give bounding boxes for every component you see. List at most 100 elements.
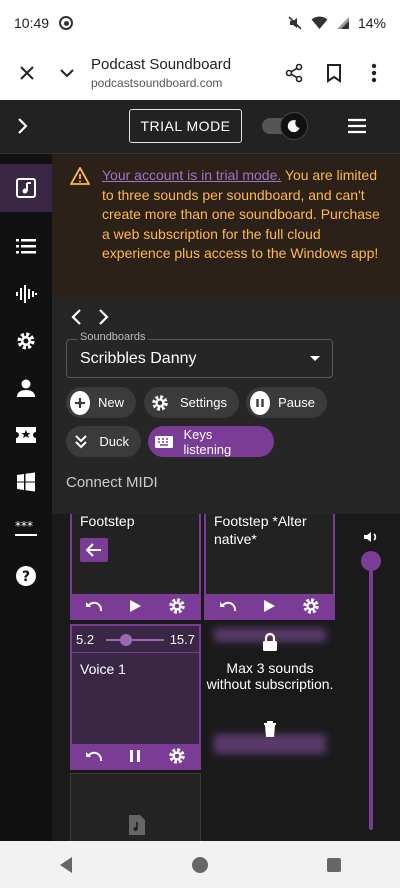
ticket-star-icon [16, 427, 36, 443]
chevron-down-icon[interactable] [47, 53, 87, 93]
more-vertical-icon[interactable] [354, 53, 394, 93]
sidebar-item-keys[interactable]: *** [0, 505, 52, 553]
sidebar-item-list[interactable] [0, 222, 52, 270]
sidebar-item-tickets[interactable] [0, 411, 52, 459]
svg-text:?: ? [22, 569, 30, 585]
sound-tile-controls [72, 594, 199, 618]
android-nav-bar [0, 841, 400, 888]
nav-arrows [70, 308, 110, 326]
sound-tile-footstep[interactable]: Footstep [70, 514, 201, 620]
pause-button[interactable]: Pause [246, 387, 327, 418]
double-chevron-down-icon [70, 430, 91, 454]
dark-mode-toggle[interactable] [262, 112, 308, 140]
new-button-label: New [97, 395, 124, 410]
share-icon[interactable] [274, 53, 314, 93]
lock-icon [263, 632, 277, 651]
music-note-icon [16, 178, 36, 198]
undo-icon[interactable] [84, 599, 104, 613]
trash-icon [264, 721, 276, 737]
volume-icon [364, 532, 377, 542]
duck-button-label: Duck [99, 434, 129, 449]
trial-mode-link[interactable]: Your account is in trial mode. [102, 167, 281, 183]
signal-icon [336, 17, 349, 29]
screen-record-icon [59, 16, 74, 30]
pause-icon[interactable] [128, 749, 142, 763]
browser-page-title: Podcast Soundboard [91, 56, 232, 73]
arrow-left-icon[interactable] [80, 538, 108, 562]
sidebar-item-account[interactable] [0, 364, 52, 412]
pause-icon [250, 390, 271, 415]
plus-icon [70, 390, 90, 415]
volume-slider-thumb[interactable] [361, 551, 381, 571]
gear-icon [17, 332, 35, 350]
sound-tile-controls [72, 744, 199, 768]
soundboard-select-value: Scribbles Danny [80, 350, 197, 367]
undo-icon[interactable] [84, 749, 104, 763]
keyboard-icon [152, 430, 175, 454]
recents-icon[interactable] [326, 857, 342, 873]
sidebar-item-help[interactable]: ? [0, 552, 52, 600]
status-bar: 10:49 14% [0, 0, 400, 46]
sidebar-item-soundboard[interactable] [0, 164, 52, 212]
undo-icon[interactable] [218, 599, 238, 613]
soundboard-select[interactable]: Soundboards Scribbles Danny [66, 331, 333, 378]
keys-listening-label: Keys listening [183, 426, 232, 457]
sidebar-item-windows[interactable] [0, 458, 52, 506]
expand-sidebar-icon[interactable] [16, 117, 30, 140]
password-icon: *** [15, 520, 37, 536]
add-sound-tile[interactable] [70, 773, 201, 841]
play-icon[interactable] [128, 599, 142, 613]
settings-button[interactable]: Settings [144, 387, 239, 418]
gear-icon[interactable] [301, 596, 321, 616]
back-icon[interactable] [58, 856, 74, 874]
mute-icon [288, 16, 302, 30]
trim-start: 5.2 [76, 632, 95, 647]
browser-toolbar: Podcast Soundboard podcastsoundboard.com [0, 46, 400, 100]
settings-button-label: Settings [180, 395, 227, 410]
bookmark-icon[interactable] [314, 53, 354, 93]
connect-midi-link[interactable]: Connect MIDI [66, 474, 158, 491]
trim-end: 15.7 [169, 632, 195, 647]
new-button[interactable]: New [66, 387, 136, 418]
app-header: TRIAL MODE [0, 100, 400, 154]
music-file-icon [129, 815, 145, 835]
main-content: Your account is in trial mode. You are l… [52, 154, 400, 841]
trial-alert: Your account is in trial mode. You are l… [52, 154, 400, 296]
help-icon: ? [16, 566, 36, 586]
sound-tile-name: Footstep *Alter native* [214, 514, 307, 547]
warning-icon [70, 167, 90, 185]
gear-icon[interactable] [167, 746, 187, 766]
sound-tile-footstep-alternative[interactable]: Footstep *Alter native* [204, 514, 335, 620]
soundboard-select-label: Soundboards [77, 331, 149, 343]
sidebar-item-settings[interactable] [0, 317, 52, 365]
sound-tile-name: Footstep [80, 514, 135, 529]
sidebar: *** ? [0, 154, 52, 841]
caret-down-icon [310, 356, 320, 361]
locked-message: Max 3 sounds without subscription. [206, 660, 334, 692]
chevron-right-icon[interactable] [96, 308, 110, 326]
sound-tile-voice-1[interactable]: 5.2 15.7 Voice 1 [70, 624, 201, 770]
trial-mode-button[interactable]: TRIAL MODE [129, 109, 242, 143]
gear-icon[interactable] [167, 596, 187, 616]
home-icon[interactable] [191, 856, 209, 874]
moon-icon [280, 112, 308, 140]
browser-url: podcastsoundboard.com [91, 76, 223, 90]
sidebar-item-waveform[interactable] [0, 270, 52, 318]
wifi-icon [311, 16, 328, 29]
play-icon[interactable] [262, 599, 276, 613]
sound-grid: Footstep Footstep *Alter native* 5.2 15.… [52, 514, 400, 841]
duck-button[interactable]: Duck [66, 426, 141, 457]
menu-icon[interactable] [347, 118, 367, 139]
sound-tile-controls [206, 594, 333, 618]
sound-tile-name: Voice 1 [80, 661, 126, 677]
trim-slider[interactable]: 5.2 15.7 [76, 632, 195, 648]
browser-title-block: Podcast Soundboard podcastsoundboard.com [87, 56, 274, 90]
chevron-left-icon[interactable] [70, 308, 84, 326]
locked-sound-tile: Max 3 sounds without subscription. [204, 622, 336, 767]
svg-text:***: *** [15, 520, 33, 533]
keys-listening-button[interactable]: Keys listening [148, 426, 274, 457]
pause-button-label: Pause [278, 395, 315, 410]
list-icon [16, 239, 36, 254]
volume-slider-track[interactable] [369, 564, 373, 830]
close-icon[interactable] [7, 53, 47, 93]
